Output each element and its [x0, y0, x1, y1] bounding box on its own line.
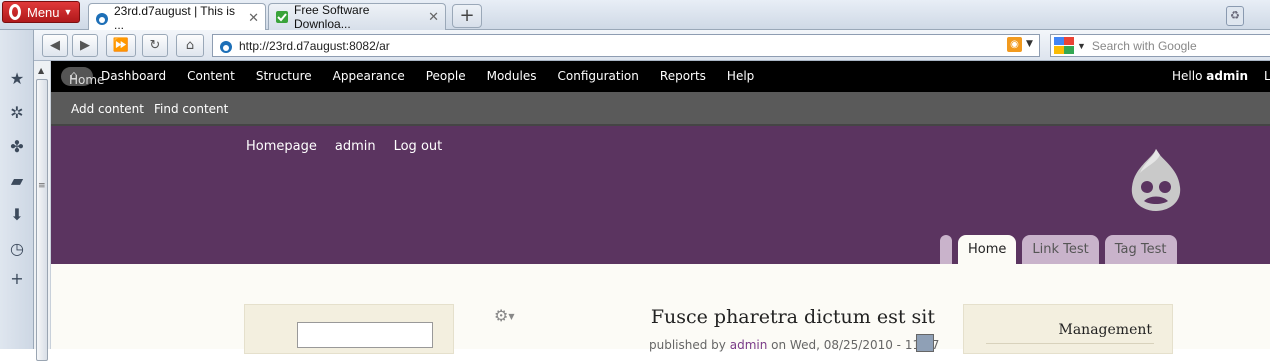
- toolbar-item-help[interactable]: Help: [727, 69, 754, 83]
- bookmarks-star-icon[interactable]: ★: [8, 70, 26, 88]
- search-engine-dropdown-icon[interactable]: ▼: [1077, 41, 1086, 51]
- user-greeting: Hello admin: [1172, 69, 1248, 83]
- toolbar-menu: Dashboard Content Structure Appearance P…: [101, 69, 775, 83]
- shortcut-add-content[interactable]: Add content: [71, 102, 144, 116]
- block-title: Management: [1058, 322, 1153, 338]
- unite-icon[interactable]: ✤: [8, 138, 26, 156]
- close-tab-icon[interactable]: ✕: [428, 9, 439, 25]
- browser-tab-active[interactable]: 23rd.d7august | This is ... ✕: [88, 3, 266, 32]
- search-field[interactable]: ▼ Search with Google: [1050, 34, 1270, 57]
- rss-feed-icon[interactable]: ◉: [1007, 37, 1022, 52]
- trash-icon[interactable]: ♻: [1226, 6, 1244, 26]
- downloads-icon[interactable]: ⬇: [8, 206, 26, 224]
- checkmark-favicon-icon: [276, 11, 288, 23]
- avatar[interactable]: [916, 334, 934, 352]
- scroll-up-icon[interactable]: ▲: [38, 66, 44, 75]
- author-link[interactable]: admin: [730, 338, 768, 352]
- hello-prefix: Hello: [1172, 69, 1207, 83]
- shortcut-find-content[interactable]: Find content: [154, 102, 228, 116]
- tab-link-test[interactable]: Link Test: [1022, 235, 1099, 264]
- left-sidebar: [244, 304, 454, 354]
- site-header: Homepage admin Log out Home Link Test Ta…: [51, 126, 1270, 264]
- drupal-favicon-icon: [220, 40, 232, 53]
- tab-title: Free Software Downloa...: [294, 3, 370, 31]
- opera-logo-icon: [9, 4, 21, 20]
- url-text: http://23rd.d7august:8082/ar: [239, 38, 390, 53]
- sidebar-search-input[interactable]: [297, 322, 433, 348]
- reload-button[interactable]: ↻: [142, 34, 168, 57]
- node-title[interactable]: Fusce pharetra dictum est sit: [611, 306, 935, 328]
- home-button[interactable]: ⌂: [176, 34, 204, 57]
- secondary-nav-logout[interactable]: Log out: [394, 139, 443, 154]
- chevron-down-icon: ▼: [63, 7, 73, 17]
- notes-icon[interactable]: ▰: [8, 172, 26, 190]
- toolbar-item-reports[interactable]: Reports: [660, 69, 706, 83]
- node-submitted: published by admin on Wed, 08/25/2010 - …: [649, 338, 939, 352]
- menu-label: Menu: [27, 4, 60, 20]
- drupal-favicon-icon: [96, 12, 108, 25]
- browser-tab-strip: Menu ▼ 23rd.d7august | This is ... ✕ Fre…: [0, 0, 1270, 32]
- back-button[interactable]: ◀: [42, 34, 68, 57]
- history-clock-icon[interactable]: ◷: [8, 240, 26, 258]
- new-tab-button[interactable]: +: [452, 4, 482, 28]
- google-icon: [1054, 37, 1074, 54]
- url-field[interactable]: http://23rd.d7august:8082/ar: [212, 34, 1040, 57]
- submitted-suffix: on Wed, 08/25/2010 - 11:37: [767, 338, 940, 352]
- main-content: ⚙▼ Fusce pharetra dictum est sit publish…: [51, 264, 1270, 354]
- submitted-prefix: published by: [649, 338, 730, 352]
- search-placeholder: Search with Google: [1091, 38, 1197, 53]
- toolbar-item-people[interactable]: People: [426, 69, 466, 83]
- toolbar-item-appearance[interactable]: Appearance: [333, 69, 405, 83]
- user-name-link[interactable]: admin: [1206, 69, 1248, 83]
- toolbar-item-content[interactable]: Content: [187, 69, 235, 83]
- right-sidebar: Management: [963, 304, 1173, 354]
- secondary-nav-admin[interactable]: admin: [335, 139, 376, 154]
- fast-forward-button[interactable]: ⏩: [106, 34, 136, 57]
- opera-menu-button[interactable]: Menu ▼: [2, 1, 80, 23]
- secondary-nav: Homepage admin Log out: [246, 139, 460, 154]
- widgets-gear-icon[interactable]: ✲: [8, 104, 26, 122]
- divider: [986, 343, 1154, 344]
- forward-button[interactable]: ▶: [72, 34, 98, 57]
- tab-title: 23rd.d7august | This is ...: [114, 3, 235, 32]
- tab-edge: [940, 235, 952, 264]
- logout-link-partial[interactable]: L: [1264, 69, 1270, 83]
- add-panel-icon[interactable]: +: [8, 270, 26, 288]
- toolbar-item-dashboard[interactable]: Dashboard: [101, 69, 166, 83]
- toolbar-item-modules[interactable]: Modules: [487, 69, 537, 83]
- browser-side-panel: ★ ✲ ✤ ▰ ⬇ ◷ +: [0, 30, 34, 349]
- tab-home[interactable]: Home: [958, 235, 1017, 264]
- tab-tag-test[interactable]: Tag Test: [1104, 235, 1177, 264]
- toolbar-item-configuration[interactable]: Configuration: [558, 69, 639, 83]
- admin-toolbar: ⌂ Home Dashboard Content Structure Appea…: [51, 61, 1270, 92]
- drupal-logo-icon[interactable]: [1126, 147, 1186, 213]
- vertical-scrollbar[interactable]: ▲ ≡: [34, 61, 51, 361]
- contextual-links-gear-icon[interactable]: ⚙▼: [494, 306, 515, 325]
- home-label[interactable]: Home: [69, 73, 104, 87]
- url-dropdown-icon[interactable]: ▼: [1026, 39, 1033, 49]
- scrollbar-grip-icon: ≡: [38, 181, 46, 191]
- primary-tabs: Home Link Test Tag Test: [940, 235, 1183, 264]
- secondary-nav-homepage[interactable]: Homepage: [246, 139, 317, 154]
- scrollbar-thumb[interactable]: [36, 79, 48, 361]
- browser-tab[interactable]: Free Software Downloa... ✕: [268, 3, 446, 31]
- toolbar-item-structure[interactable]: Structure: [256, 69, 312, 83]
- shortcuts-bar: Add content Find content: [51, 92, 1270, 126]
- close-tab-icon[interactable]: ✕: [248, 10, 259, 26]
- browser-address-bar: ◀ ▶ ⏩ ↻ ⌂ http://23rd.d7august:8082/ar ◉…: [34, 30, 1270, 61]
